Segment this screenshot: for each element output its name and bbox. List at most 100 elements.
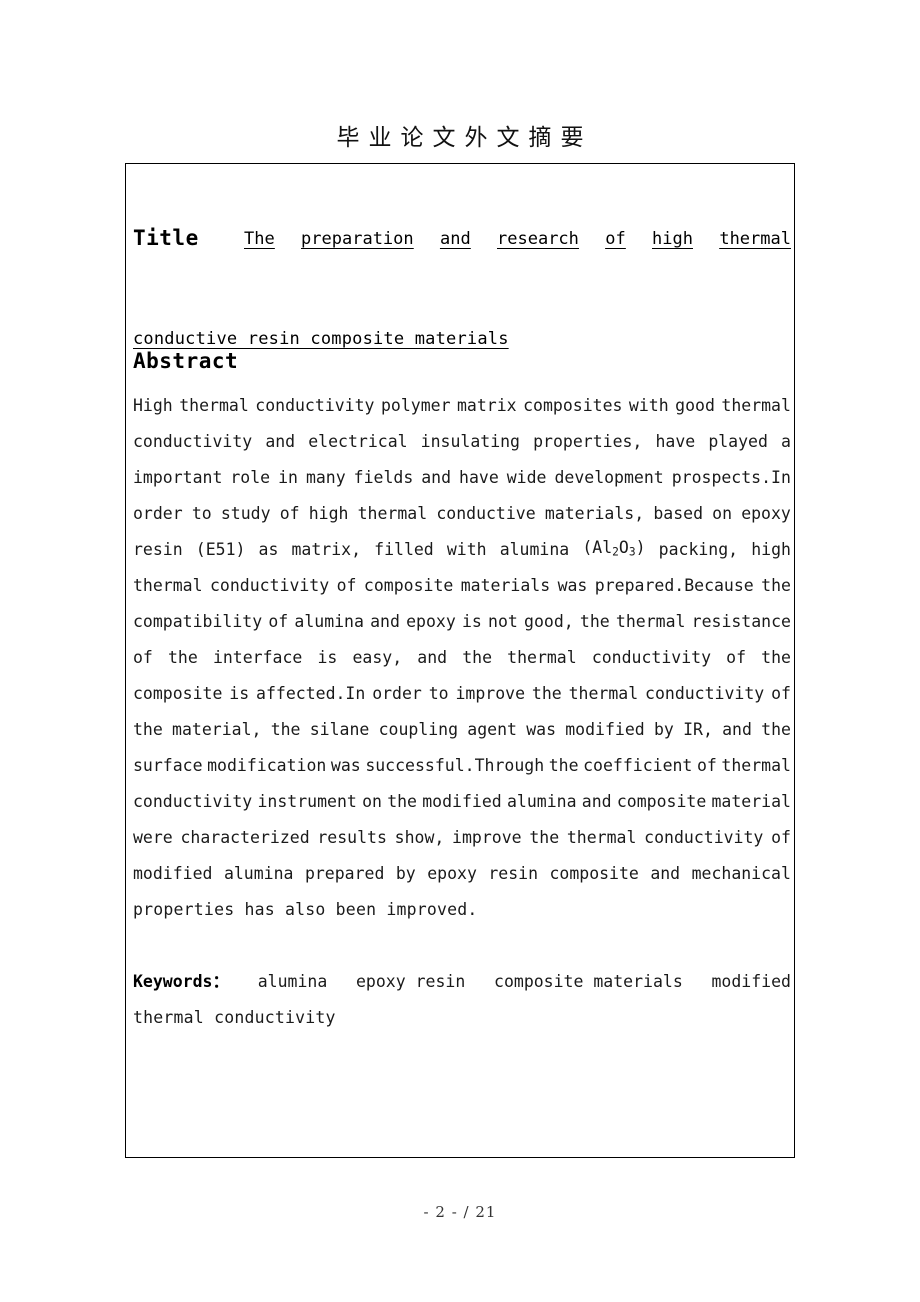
word: fields (353, 468, 414, 487)
thesis-title-line-1: The preparation and research of high the… (244, 226, 791, 252)
word: conductivity (133, 792, 253, 811)
abstract-heading: Abstract (133, 349, 239, 373)
word: was (330, 756, 361, 775)
word: interface (212, 648, 303, 667)
word: coupling (378, 720, 459, 739)
word: high (308, 504, 349, 523)
word: materials, (544, 504, 645, 523)
word: a (781, 432, 791, 451)
abstract-line: of the interface is easy, and the therma… (133, 640, 791, 676)
word: instrument (257, 792, 357, 811)
keywords-line-1: Keywords： alumina epoxy resin composite … (133, 964, 791, 1000)
word: High (133, 396, 173, 415)
word: was (526, 720, 557, 739)
word: thermal (357, 504, 428, 523)
word: conductivity (209, 576, 330, 595)
page-number-footer: - 2 - / 21 (423, 1203, 497, 1221)
word: properties, (533, 432, 643, 451)
abstract-line: were characterized results show, improve… (133, 820, 791, 856)
word: conductivity (645, 684, 765, 703)
word: and (265, 432, 296, 451)
title-word: of (605, 229, 626, 249)
keywords-line-2: thermal conductivity (133, 1008, 336, 1027)
word: the (270, 720, 301, 739)
keywords-block: Keywords： alumina epoxy resin composite … (133, 964, 791, 1036)
keyword-item: composite materials (494, 972, 683, 991)
word: alumina (223, 864, 294, 883)
word: thermal (568, 684, 639, 703)
title-word: research (497, 229, 579, 249)
word: is (317, 648, 338, 667)
word: thermal (179, 396, 249, 415)
word: study (220, 504, 271, 523)
word: material, (172, 720, 262, 739)
word: conductivity (644, 828, 764, 847)
abstract-line: order to study of high thermal conductiv… (133, 496, 791, 532)
word: prospects.In (671, 468, 791, 487)
word: important (133, 468, 223, 487)
word: of (726, 648, 747, 667)
word: not (488, 612, 518, 631)
word: on (712, 504, 733, 523)
word: played (708, 432, 768, 451)
title-field-label: Title (133, 226, 199, 250)
abstract-line: modified alumina prepared by epoxy resin… (133, 856, 791, 892)
word: thermal (566, 828, 637, 847)
word: prepared (304, 864, 385, 883)
word: epoxy (741, 504, 791, 523)
word: as (258, 540, 279, 559)
abstract-line: conductivity and electrical insulating p… (133, 424, 791, 460)
word: thermal (615, 612, 686, 631)
word: good, (524, 612, 574, 631)
word: is (229, 684, 250, 703)
word: modified (133, 864, 213, 883)
word: the (462, 648, 493, 667)
word: composite (133, 684, 223, 703)
word: role (230, 468, 271, 487)
word: have (655, 432, 696, 451)
word: affected.In (256, 684, 366, 703)
word: the (133, 720, 163, 739)
abstract-box-content: Title The preparation and research of hi… (133, 164, 791, 1157)
word: polymer (380, 396, 451, 415)
word: agent (467, 720, 517, 739)
title-word: thermal (719, 229, 791, 249)
word: materials (460, 576, 551, 595)
word: coefficient (583, 756, 693, 775)
word: and (417, 648, 448, 667)
word: is (461, 612, 482, 631)
word: composite (616, 792, 707, 811)
keyword-item: modified (711, 972, 791, 991)
word: packing, (658, 540, 739, 559)
word: conductivity (591, 648, 712, 667)
word: modified (565, 720, 645, 739)
abstract-line: resin (E51) as matrix, filled with alumi… (133, 532, 791, 568)
abstract-line: conductivity instrument on the modified … (133, 784, 791, 820)
word: the (761, 720, 791, 739)
word: composites (523, 396, 623, 415)
word: was (557, 576, 588, 595)
abstract-line: thermal conductivity of composite materi… (133, 568, 791, 604)
word: of (268, 612, 289, 631)
word: by (395, 864, 416, 883)
word: of (336, 576, 357, 595)
word: of (279, 504, 300, 523)
word: and (722, 720, 752, 739)
word: characterized (180, 828, 310, 847)
title-word: and (439, 229, 471, 249)
title-word: preparation (301, 229, 414, 249)
abstract-border-box: Title The preparation and research of hi… (125, 163, 795, 1158)
word: surface (133, 756, 203, 775)
word: composite (363, 576, 454, 595)
word: thermal (721, 756, 791, 775)
word: the (168, 648, 198, 667)
word: thermal (507, 648, 577, 667)
word: compatibility (133, 612, 263, 631)
thesis-title-row: Title The preparation and research of hi… (133, 222, 791, 349)
abstract-line: important role in many fields and have w… (133, 460, 791, 496)
word: the (529, 828, 560, 847)
word: composite (549, 864, 639, 883)
word: modified (422, 792, 502, 811)
word: the (548, 756, 579, 775)
word: wide (506, 468, 547, 487)
